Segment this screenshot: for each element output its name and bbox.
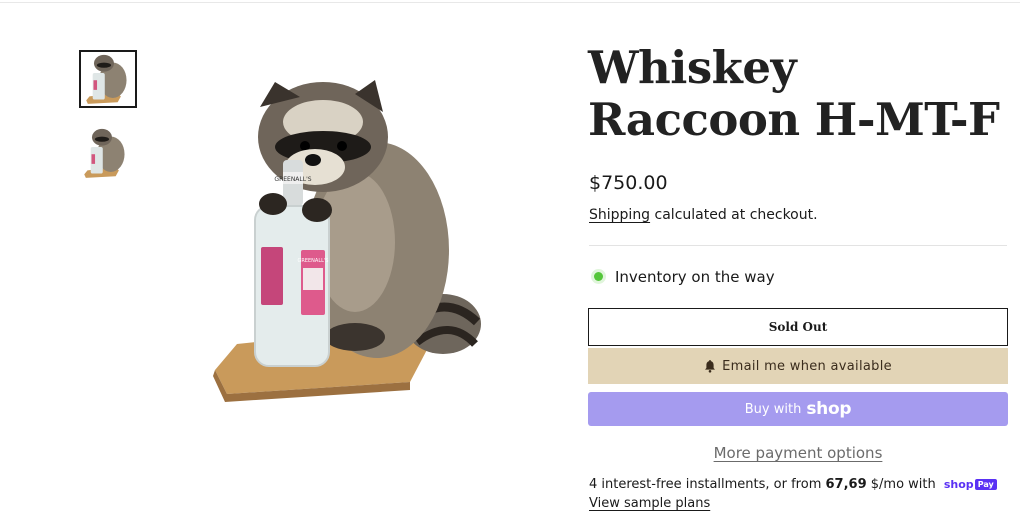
inventory-status-dot xyxy=(594,272,603,281)
installments-suffix: $/mo with xyxy=(866,477,940,492)
installments-text: 4 interest-free installments, or from 67… xyxy=(589,477,997,492)
email-me-button[interactable]: Email me when available xyxy=(588,348,1008,384)
product-main-image[interactable]: GREENALL'S GREENALL'S xyxy=(205,72,495,407)
shipping-link[interactable]: Shipping xyxy=(589,207,650,223)
thumbnail-1[interactable] xyxy=(79,50,137,108)
sold-out-button[interactable]: Sold Out xyxy=(588,308,1008,346)
view-sample-plans-link[interactable]: View sample plans xyxy=(589,496,710,511)
sold-out-label: Sold Out xyxy=(768,320,828,334)
shop-logo: shop xyxy=(806,399,852,419)
bottle-neck-label: GREENALL'S xyxy=(274,176,311,183)
product-title: Whiskey Raccoon H-MT-F xyxy=(588,41,1000,146)
product-price: $750.00 xyxy=(589,172,668,194)
shipping-note: Shipping calculated at checkout. xyxy=(589,207,818,223)
installments-amount: 67,69 xyxy=(825,477,867,492)
shipping-note-text: calculated at checkout. xyxy=(650,207,818,223)
buy-with-label: Buy with xyxy=(744,401,802,417)
raccoon-thumbnail-image xyxy=(84,128,125,178)
divider xyxy=(589,245,1007,246)
installments-prefix: 4 interest-free installments, or from xyxy=(589,477,826,492)
shop-pay-logo: shop Pay xyxy=(944,477,997,492)
bottle-body-label: GREENALL'S xyxy=(298,258,329,264)
bell-icon xyxy=(704,359,716,373)
buy-with-shop-button[interactable]: Buy with shop xyxy=(588,392,1008,426)
inventory-status-text: Inventory on the way xyxy=(615,268,775,286)
thumbnail-2[interactable] xyxy=(79,126,137,184)
more-payment-options-link[interactable]: More payment options xyxy=(588,444,1008,462)
email-me-label: Email me when available xyxy=(722,358,892,374)
raccoon-thumbnail-image xyxy=(86,54,127,104)
top-divider xyxy=(0,2,1020,3)
